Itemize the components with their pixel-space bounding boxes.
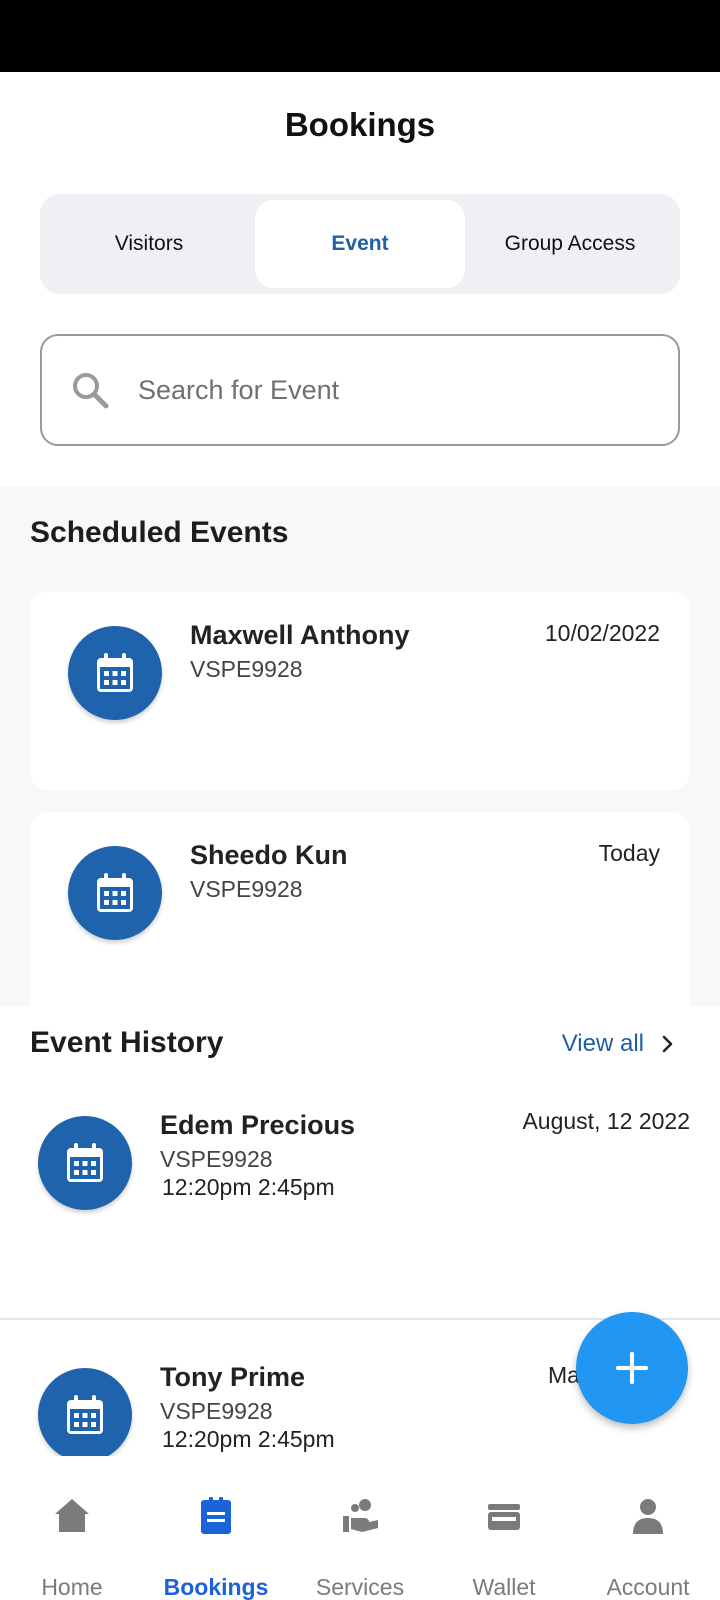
section-title-history: Event History [30,1026,224,1059]
account-icon [633,1499,663,1534]
nav-label: Wallet [472,1574,536,1600]
calendar-icon [97,653,133,692]
calendar-icon [67,1395,103,1434]
calendar-avatar [68,846,162,940]
nav-label: Bookings [163,1574,269,1600]
nav-item-wallet[interactable]: Wallet [432,1456,576,1600]
event-times: 12:20pm 2:45pm [162,1174,335,1200]
nav-label: Services [315,1574,405,1600]
nav-item-services[interactable]: Services [288,1456,432,1600]
event-times: 12:20pm 2:45pm [162,1426,335,1452]
event-name: Sheedo Kun [190,840,348,870]
calendar-icon [67,1143,103,1182]
search-input[interactable] [138,374,618,406]
event-code: VSPE9928 [160,1146,273,1172]
nav-item-account[interactable]: Account [576,1456,720,1600]
add-event-button[interactable] [576,1312,688,1424]
event-name: Maxwell Anthony [190,620,410,650]
nav-label: Home [41,1574,103,1600]
event-name: Tony Prime [160,1362,306,1392]
section-title-scheduled: Scheduled Events [30,516,289,549]
nav-label: Account [606,1574,690,1600]
nav-item-bookings[interactable]: Bookings [144,1456,288,1600]
plus-icon [616,1352,648,1384]
nav-item-home[interactable]: Home [0,1456,144,1600]
search-box[interactable] [40,334,680,446]
search-icon [73,373,109,409]
event-code: VSPE9928 [160,1398,273,1424]
tab-event[interactable]: Event [255,200,465,288]
tab-visitors[interactable]: Visitors [44,200,254,288]
event-date: 10/02/2022 [544,620,660,646]
page-title: Bookings [284,106,436,143]
view-all-link[interactable]: View all [562,1030,682,1058]
event-name: Edem Precious [160,1110,356,1140]
calendar-icon [97,873,133,912]
bookings-icon [201,1497,231,1534]
status-bar [0,0,720,72]
chevron-right-icon [662,1035,673,1053]
tab-group-access[interactable]: Group Access [465,200,675,288]
wallet-icon [488,1504,520,1530]
scheduled-event-card[interactable]: Sheedo Kun VSPE9928 Today [30,812,690,1006]
calendar-avatar [38,1116,132,1210]
scheduled-event-card[interactable]: Maxwell Anthony VSPE9928 10/02/2022 [30,592,690,790]
segmented-tabs: Visitors Event Group Access [40,194,680,294]
home-icon [55,1499,89,1532]
bottom-navigation: Home Bookings Services Wallet Account [0,1456,720,1600]
event-code: VSPE9928 [190,656,303,682]
view-all-label: View all [561,1030,644,1057]
event-date: Today [598,840,660,866]
calendar-avatar [38,1368,132,1462]
event-code: VSPE9928 [190,876,303,902]
scheduled-events-section: Scheduled Events Maxwell Anthony VSPE992… [0,486,720,1006]
event-date: August, 12 2022 [522,1108,690,1134]
services-icon [343,1499,378,1532]
calendar-avatar [68,626,162,720]
